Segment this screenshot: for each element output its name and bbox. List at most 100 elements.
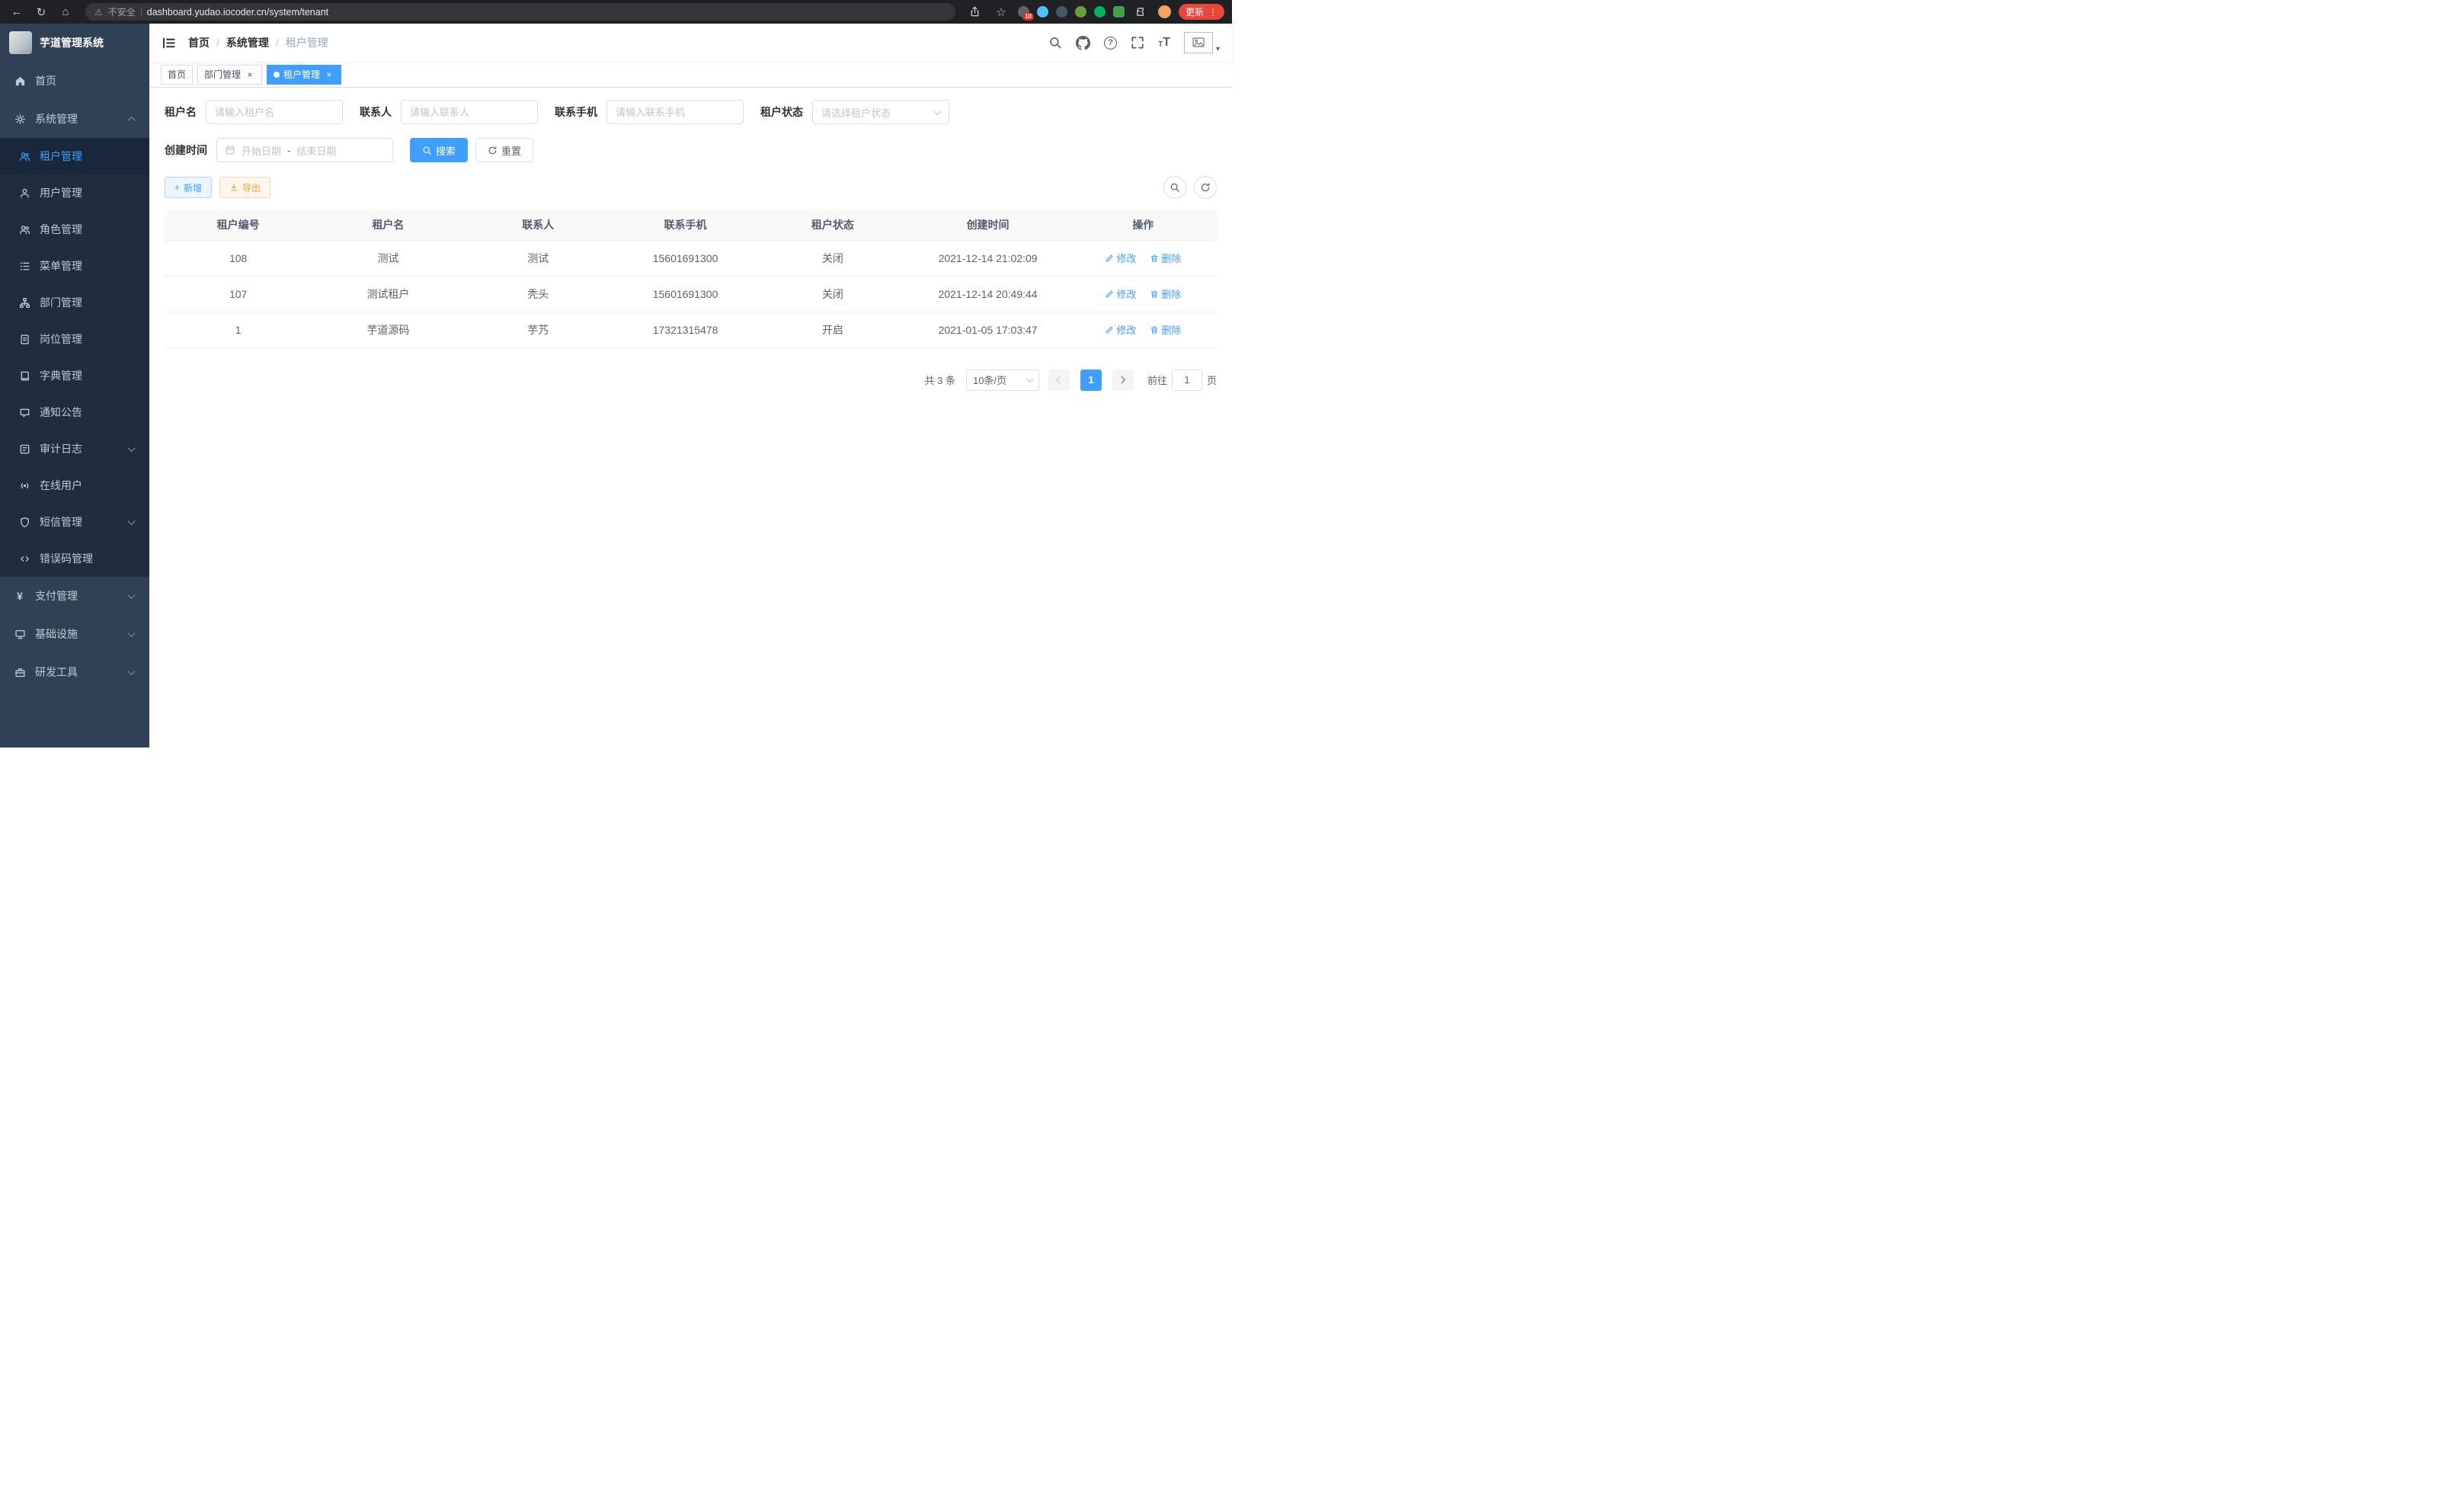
close-icon[interactable]: × bbox=[324, 69, 334, 80]
create-time-range-picker[interactable]: 开始日期 - 结束日期 bbox=[216, 138, 393, 162]
sidebar-item-post[interactable]: 岗位管理 bbox=[0, 321, 149, 357]
sidebar-item-dept[interactable]: 部门管理 bbox=[0, 284, 149, 321]
extension-icon[interactable] bbox=[1113, 6, 1125, 18]
share-icon[interactable] bbox=[966, 3, 984, 21]
toggle-search-button[interactable] bbox=[1163, 176, 1186, 199]
browser-update-button[interactable]: 更新 ⋮ bbox=[1179, 4, 1224, 20]
address-bar[interactable]: ⚠ 不安全 dashboard.yudao.iocoder.cn/system/… bbox=[85, 3, 955, 21]
sidebar-item-label: 首页 bbox=[35, 73, 136, 88]
delete-link[interactable]: 删除 bbox=[1150, 322, 1181, 337]
mobile-input[interactable] bbox=[606, 100, 744, 124]
sidebar-item-online[interactable]: 在线用户 bbox=[0, 467, 149, 504]
refresh-icon bbox=[1200, 182, 1211, 193]
code-icon bbox=[18, 552, 30, 565]
bookmark-star-icon[interactable]: ☆ bbox=[992, 3, 1010, 21]
cell-created: 2021-12-14 20:49:44 bbox=[907, 276, 1070, 312]
cell-name: 测试 bbox=[312, 240, 464, 276]
tab-dept[interactable]: 部门管理 × bbox=[197, 65, 262, 85]
prev-page-button[interactable] bbox=[1048, 370, 1070, 391]
search-button[interactable]: 搜索 bbox=[410, 138, 468, 162]
sidebar-item-dict[interactable]: 字典管理 bbox=[0, 357, 149, 394]
browser-back-icon[interactable]: ← bbox=[8, 3, 26, 21]
speech-bubble-icon bbox=[18, 406, 30, 418]
reset-button[interactable]: 重置 bbox=[475, 138, 533, 162]
sidebar-item-tool[interactable]: 研发工具 bbox=[0, 653, 149, 691]
breadcrumb-home[interactable]: 首页 bbox=[188, 35, 210, 50]
edit-label: 修改 bbox=[1116, 287, 1136, 301]
page-content: 租户名 联系人 联系手机 租户状态 请选择租户状态 bbox=[149, 88, 1232, 748]
refresh-table-button[interactable] bbox=[1194, 176, 1217, 199]
tab-home[interactable]: 首页 bbox=[161, 65, 193, 85]
browser-home-icon[interactable]: ⌂ bbox=[56, 3, 75, 21]
extension-icon[interactable]: 10 bbox=[1018, 6, 1029, 18]
edit-link[interactable]: 修改 bbox=[1105, 287, 1136, 301]
org-tree-icon bbox=[18, 296, 30, 309]
edit-link[interactable]: 修改 bbox=[1105, 322, 1136, 337]
sidebar-item-audit[interactable]: 审计日志 bbox=[0, 431, 149, 467]
cell-id: 107 bbox=[165, 276, 312, 312]
delete-link[interactable]: 删除 bbox=[1150, 251, 1181, 265]
browser-reload-icon[interactable]: ↻ bbox=[32, 3, 50, 21]
book-icon bbox=[18, 370, 30, 382]
log-note-icon bbox=[18, 443, 30, 455]
sidebar-item-pay[interactable]: ¥ 支付管理 bbox=[0, 577, 149, 615]
update-label: 更新 bbox=[1186, 5, 1204, 18]
cell-actions: 修改 删除 bbox=[1070, 276, 1217, 312]
extension-icon[interactable] bbox=[1037, 6, 1048, 18]
shield-icon bbox=[18, 516, 30, 528]
chevron-down-icon bbox=[128, 591, 136, 599]
sidebar-item-user[interactable]: 用户管理 bbox=[0, 174, 149, 211]
browser-profile-avatar[interactable] bbox=[1158, 5, 1171, 18]
close-icon[interactable]: × bbox=[245, 69, 255, 80]
sidebar-item-sms[interactable]: 短信管理 bbox=[0, 504, 149, 540]
github-icon[interactable] bbox=[1076, 36, 1090, 50]
sidebar-item-role[interactable]: 角色管理 bbox=[0, 211, 149, 248]
fullscreen-icon[interactable] bbox=[1131, 36, 1144, 50]
font-size-icon[interactable]: TT bbox=[1158, 37, 1170, 49]
next-page-button[interactable] bbox=[1112, 370, 1134, 391]
download-icon bbox=[229, 183, 238, 192]
calendar-icon bbox=[225, 145, 235, 155]
tab-tenant[interactable]: 租户管理 × bbox=[267, 65, 341, 85]
edit-link[interactable]: 修改 bbox=[1105, 251, 1136, 265]
sidebar-item-errorcode[interactable]: 错误码管理 bbox=[0, 540, 149, 577]
sidebar-item-system[interactable]: 系统管理 bbox=[0, 100, 149, 138]
user-avatar-dropdown[interactable]: ▾ bbox=[1184, 32, 1220, 53]
sidebar-item-notice[interactable]: 通知公告 bbox=[0, 394, 149, 431]
browser-actions: ☆ 10 更新 ⋮ bbox=[966, 3, 1224, 21]
breadcrumb-system[interactable]: 系统管理 bbox=[226, 35, 269, 50]
sidebar-item-home[interactable]: 首页 bbox=[0, 62, 149, 100]
extension-icon[interactable] bbox=[1094, 6, 1106, 18]
help-icon[interactable]: ? bbox=[1104, 37, 1117, 50]
chevron-down-icon bbox=[128, 667, 136, 675]
edit-icon bbox=[1105, 290, 1114, 299]
cell-contact: 测试 bbox=[465, 240, 612, 276]
sidebar-item-menu[interactable]: 菜单管理 bbox=[0, 248, 149, 284]
add-button[interactable]: + 新增 bbox=[165, 177, 212, 198]
page-size-select[interactable]: 10条/页 bbox=[966, 370, 1039, 391]
search-icon[interactable] bbox=[1048, 36, 1062, 50]
sidebar-item-label: 租户管理 bbox=[40, 149, 136, 164]
tenant-name-input[interactable] bbox=[206, 100, 343, 124]
trash-icon bbox=[1150, 325, 1159, 335]
sidebar-item-infra[interactable]: 基础设施 bbox=[0, 615, 149, 653]
contact-input[interactable] bbox=[401, 100, 538, 124]
tab-label: 首页 bbox=[168, 68, 186, 81]
insecure-warning-icon: ⚠ bbox=[94, 7, 103, 18]
extension-icon[interactable] bbox=[1056, 6, 1067, 18]
delete-label: 删除 bbox=[1161, 322, 1181, 337]
sidebar-logo[interactable]: 芋道管理系统 bbox=[0, 24, 149, 62]
status-select[interactable]: 请选择租户状态 bbox=[812, 100, 949, 124]
sidebar-item-tenant[interactable]: 租户管理 bbox=[0, 138, 149, 174]
tenant-table: 租户编号 租户名 联系人 联系手机 租户状态 创建时间 操作 108 测试 测试 bbox=[165, 210, 1217, 348]
extension-icon[interactable] bbox=[1075, 6, 1086, 18]
page-number-1[interactable]: 1 bbox=[1080, 370, 1102, 391]
delete-link[interactable]: 删除 bbox=[1150, 287, 1181, 301]
column-header-status: 租户状态 bbox=[759, 210, 906, 240]
delete-label: 删除 bbox=[1161, 287, 1181, 301]
export-button[interactable]: 导出 bbox=[219, 177, 270, 198]
sidebar-collapse-icon[interactable] bbox=[162, 36, 176, 50]
edit-icon bbox=[1105, 254, 1114, 263]
page-goto-input[interactable] bbox=[1172, 370, 1202, 391]
extensions-puzzle-icon[interactable] bbox=[1132, 3, 1150, 21]
